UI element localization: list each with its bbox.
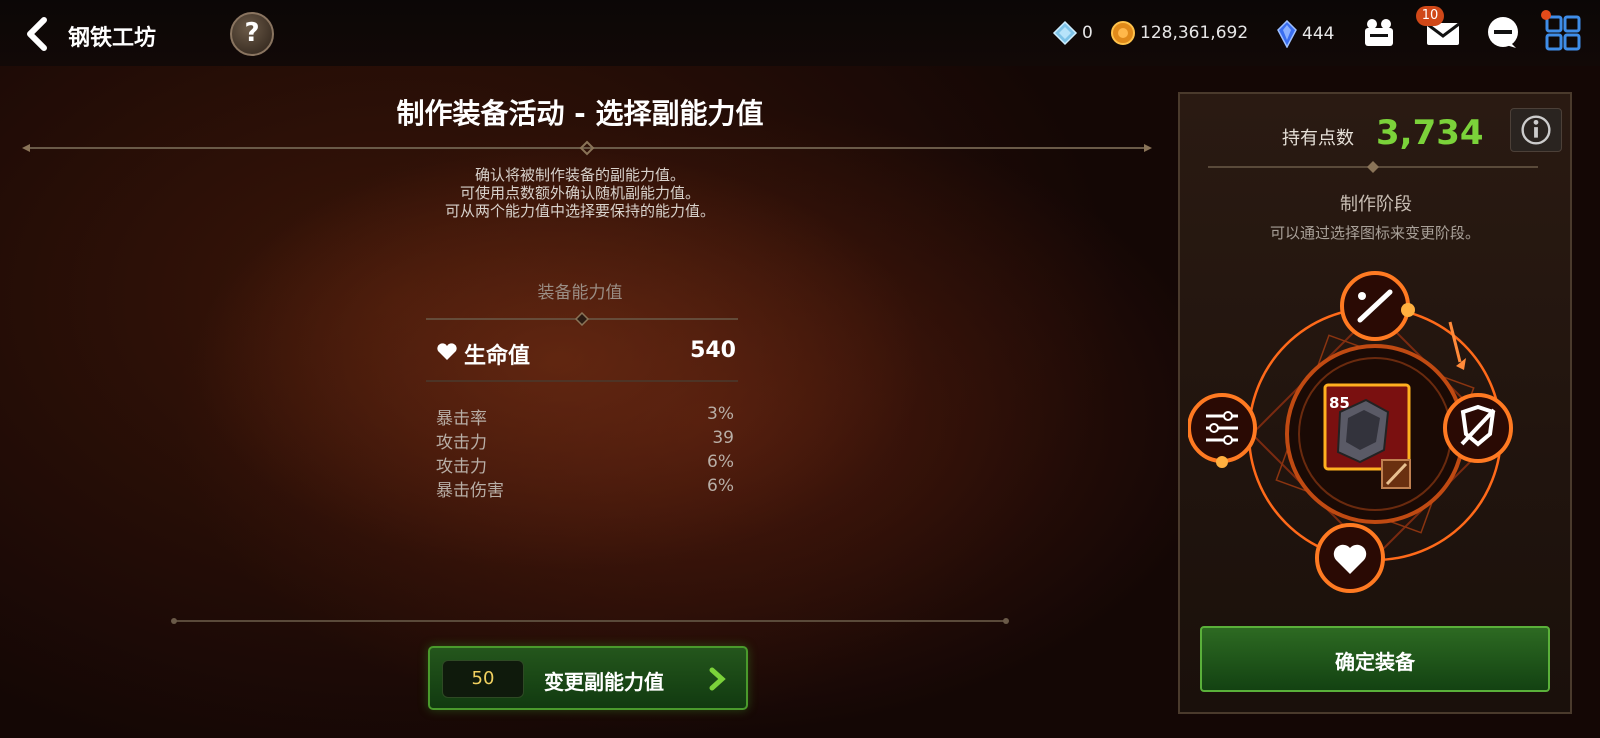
sub-stat-value: 6% (707, 476, 734, 496)
crystal-count: 444 (1302, 24, 1335, 44)
mail-badge: 10 (1416, 6, 1444, 26)
description-line: 可使用点数额外确认随机副能力值。 (459, 184, 700, 202)
main-stat-name: 生命值 (464, 344, 531, 369)
main-stat: 生命值 540 (436, 338, 736, 369)
info-icon[interactable] (1510, 108, 1562, 152)
sub-stat-list: 暴击率 3% 攻击力 39 攻击力 6% 暴击伤害 6% (436, 404, 734, 501)
description-line: 确认将被制作装备的副能力值。 (474, 166, 685, 184)
stat-divider (426, 312, 738, 326)
stage-node-left (1188, 393, 1257, 463)
notification-dot (1541, 10, 1551, 20)
diamond-icon (1052, 20, 1078, 46)
points-value: 3,734 (1376, 113, 1484, 153)
sub-stat-value: 6% (707, 452, 734, 472)
sub-stat-value: 39 (712, 428, 734, 448)
sub-stat-name: 攻击力 (436, 457, 487, 477)
sub-stat-row: 攻击力 6% (436, 452, 734, 477)
sub-stat-row: 暴击率 3% (436, 404, 734, 429)
sub-stat-value: 3% (707, 404, 734, 424)
help-icon[interactable]: ? (230, 12, 274, 56)
confirm-equipment-button[interactable]: 确定装备 (1200, 626, 1550, 692)
crafting-stage-wheel: 85 (1188, 271, 1513, 593)
stage-node-right (1443, 393, 1513, 463)
description-line: 可从两个能力值中选择要保持的能力值。 (444, 202, 715, 220)
diamond-resource: 0 (1052, 20, 1093, 46)
panel-divider (1208, 161, 1538, 173)
chat-icon[interactable] (1484, 14, 1522, 52)
change-substat-label: 变更副能力值 (544, 670, 664, 694)
back-arrow-icon[interactable] (18, 14, 58, 54)
main-stat-value: 540 (690, 338, 736, 363)
points-label: 持有点数 (1282, 128, 1354, 149)
sub-stat-row: 攻击力 39 (436, 428, 734, 453)
sub-stat-name: 暴击率 (436, 409, 487, 429)
stage-node-top (1340, 271, 1410, 341)
gold-count: 128,361,692 (1140, 23, 1249, 43)
main-title: 制作装备活动 - 选择副能力值 (396, 97, 764, 130)
page-title: 钢铁工坊 (68, 26, 157, 51)
bottom-divider (171, 618, 1009, 624)
item-level: 85 (1329, 394, 1350, 412)
description: 确认将被制作装备的副能力值。 可使用点数额外确认随机副能力值。 可从两个能力值中… (380, 166, 780, 220)
main-stat-divider (426, 380, 738, 382)
menu-grid-icon[interactable] (1544, 14, 1582, 52)
crystal-resource: 444 (1276, 20, 1334, 48)
sub-stat-name: 攻击力 (436, 433, 487, 453)
stage-node-bottom (1315, 523, 1385, 593)
gold-resource: 128,361,692 (1110, 20, 1248, 46)
crystal-icon (1277, 20, 1297, 48)
guild-icon[interactable] (1360, 14, 1398, 52)
stat-heading: 装备能力值 (537, 283, 623, 303)
confirm-equipment-label: 确定装备 (1335, 650, 1415, 674)
stage-description: 可以通过选择图标来变更阶段。 (1269, 224, 1480, 242)
gold-coin-icon (1111, 21, 1135, 45)
sub-stat-row: 暴击伤害 6% (436, 476, 734, 501)
change-substat-button[interactable]: 50 变更副能力值 (428, 646, 748, 710)
diamond-count: 0 (1082, 23, 1093, 43)
title-divider (22, 140, 1152, 156)
chevron-right-icon (709, 667, 726, 691)
stage-label: 制作阶段 (1340, 194, 1412, 215)
heart-icon (437, 343, 457, 360)
sub-stat-name: 暴击伤害 (436, 481, 504, 501)
change-cost: 50 (442, 660, 524, 698)
